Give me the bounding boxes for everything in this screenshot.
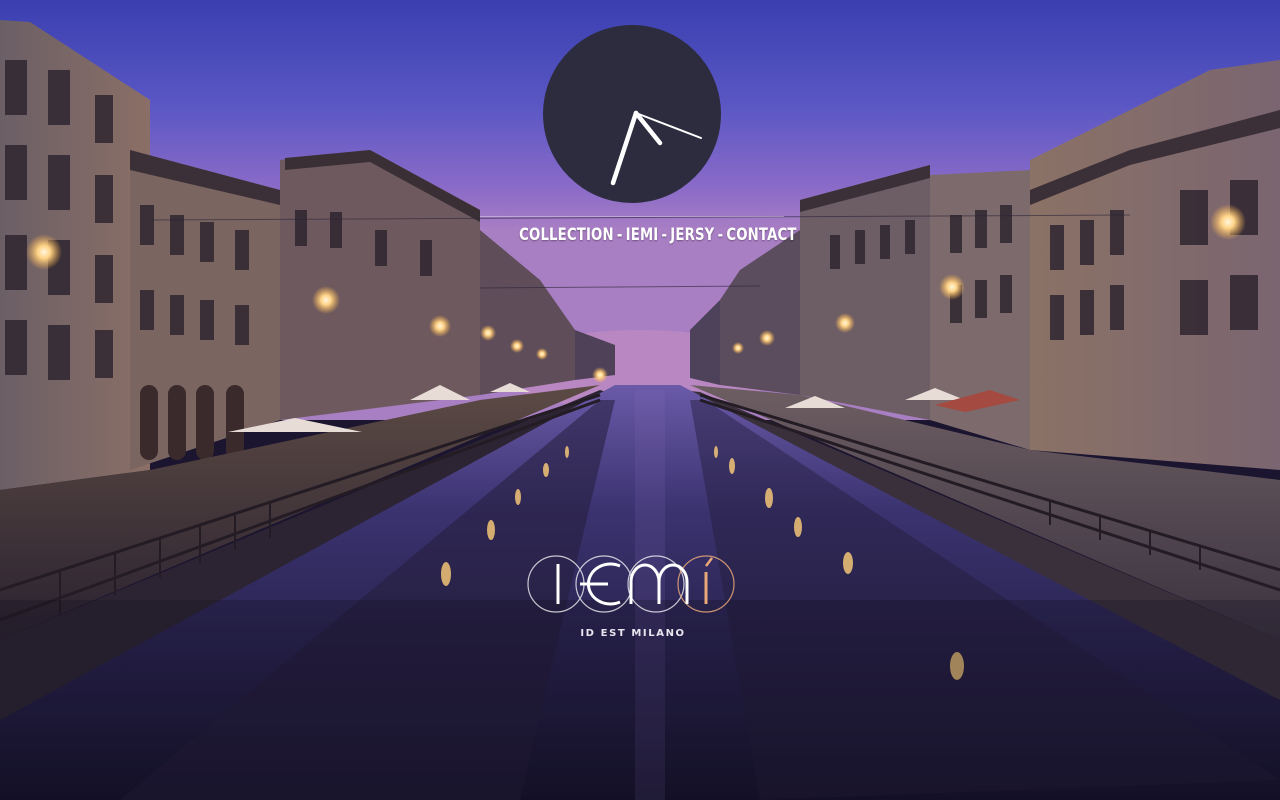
clock-icon: [610, 110, 702, 186]
nav-separator: -: [616, 225, 623, 245]
nav-separator: -: [717, 225, 724, 245]
nav-link-collection[interactable]: COLLECTION: [519, 225, 614, 245]
nav-link-contact[interactable]: CONTACT: [726, 225, 796, 245]
iemi-wordmark-logo: [527, 555, 735, 613]
nav-row: COLLECTION - IEMI - JERSY - CONTACT: [519, 225, 796, 245]
nav-separator: -: [661, 225, 668, 245]
nav-link-iemi[interactable]: IEMI: [626, 225, 659, 245]
nav-link-jersy[interactable]: JERSY: [670, 225, 714, 245]
tagline: ID EST MILANO: [580, 628, 686, 639]
main-navigation: COLLECTION - IEMI - JERSY - CONTACT: [480, 216, 796, 245]
brand-logo: ID EST MILANO: [526, 552, 740, 648]
clock-logo[interactable]: [543, 25, 721, 203]
